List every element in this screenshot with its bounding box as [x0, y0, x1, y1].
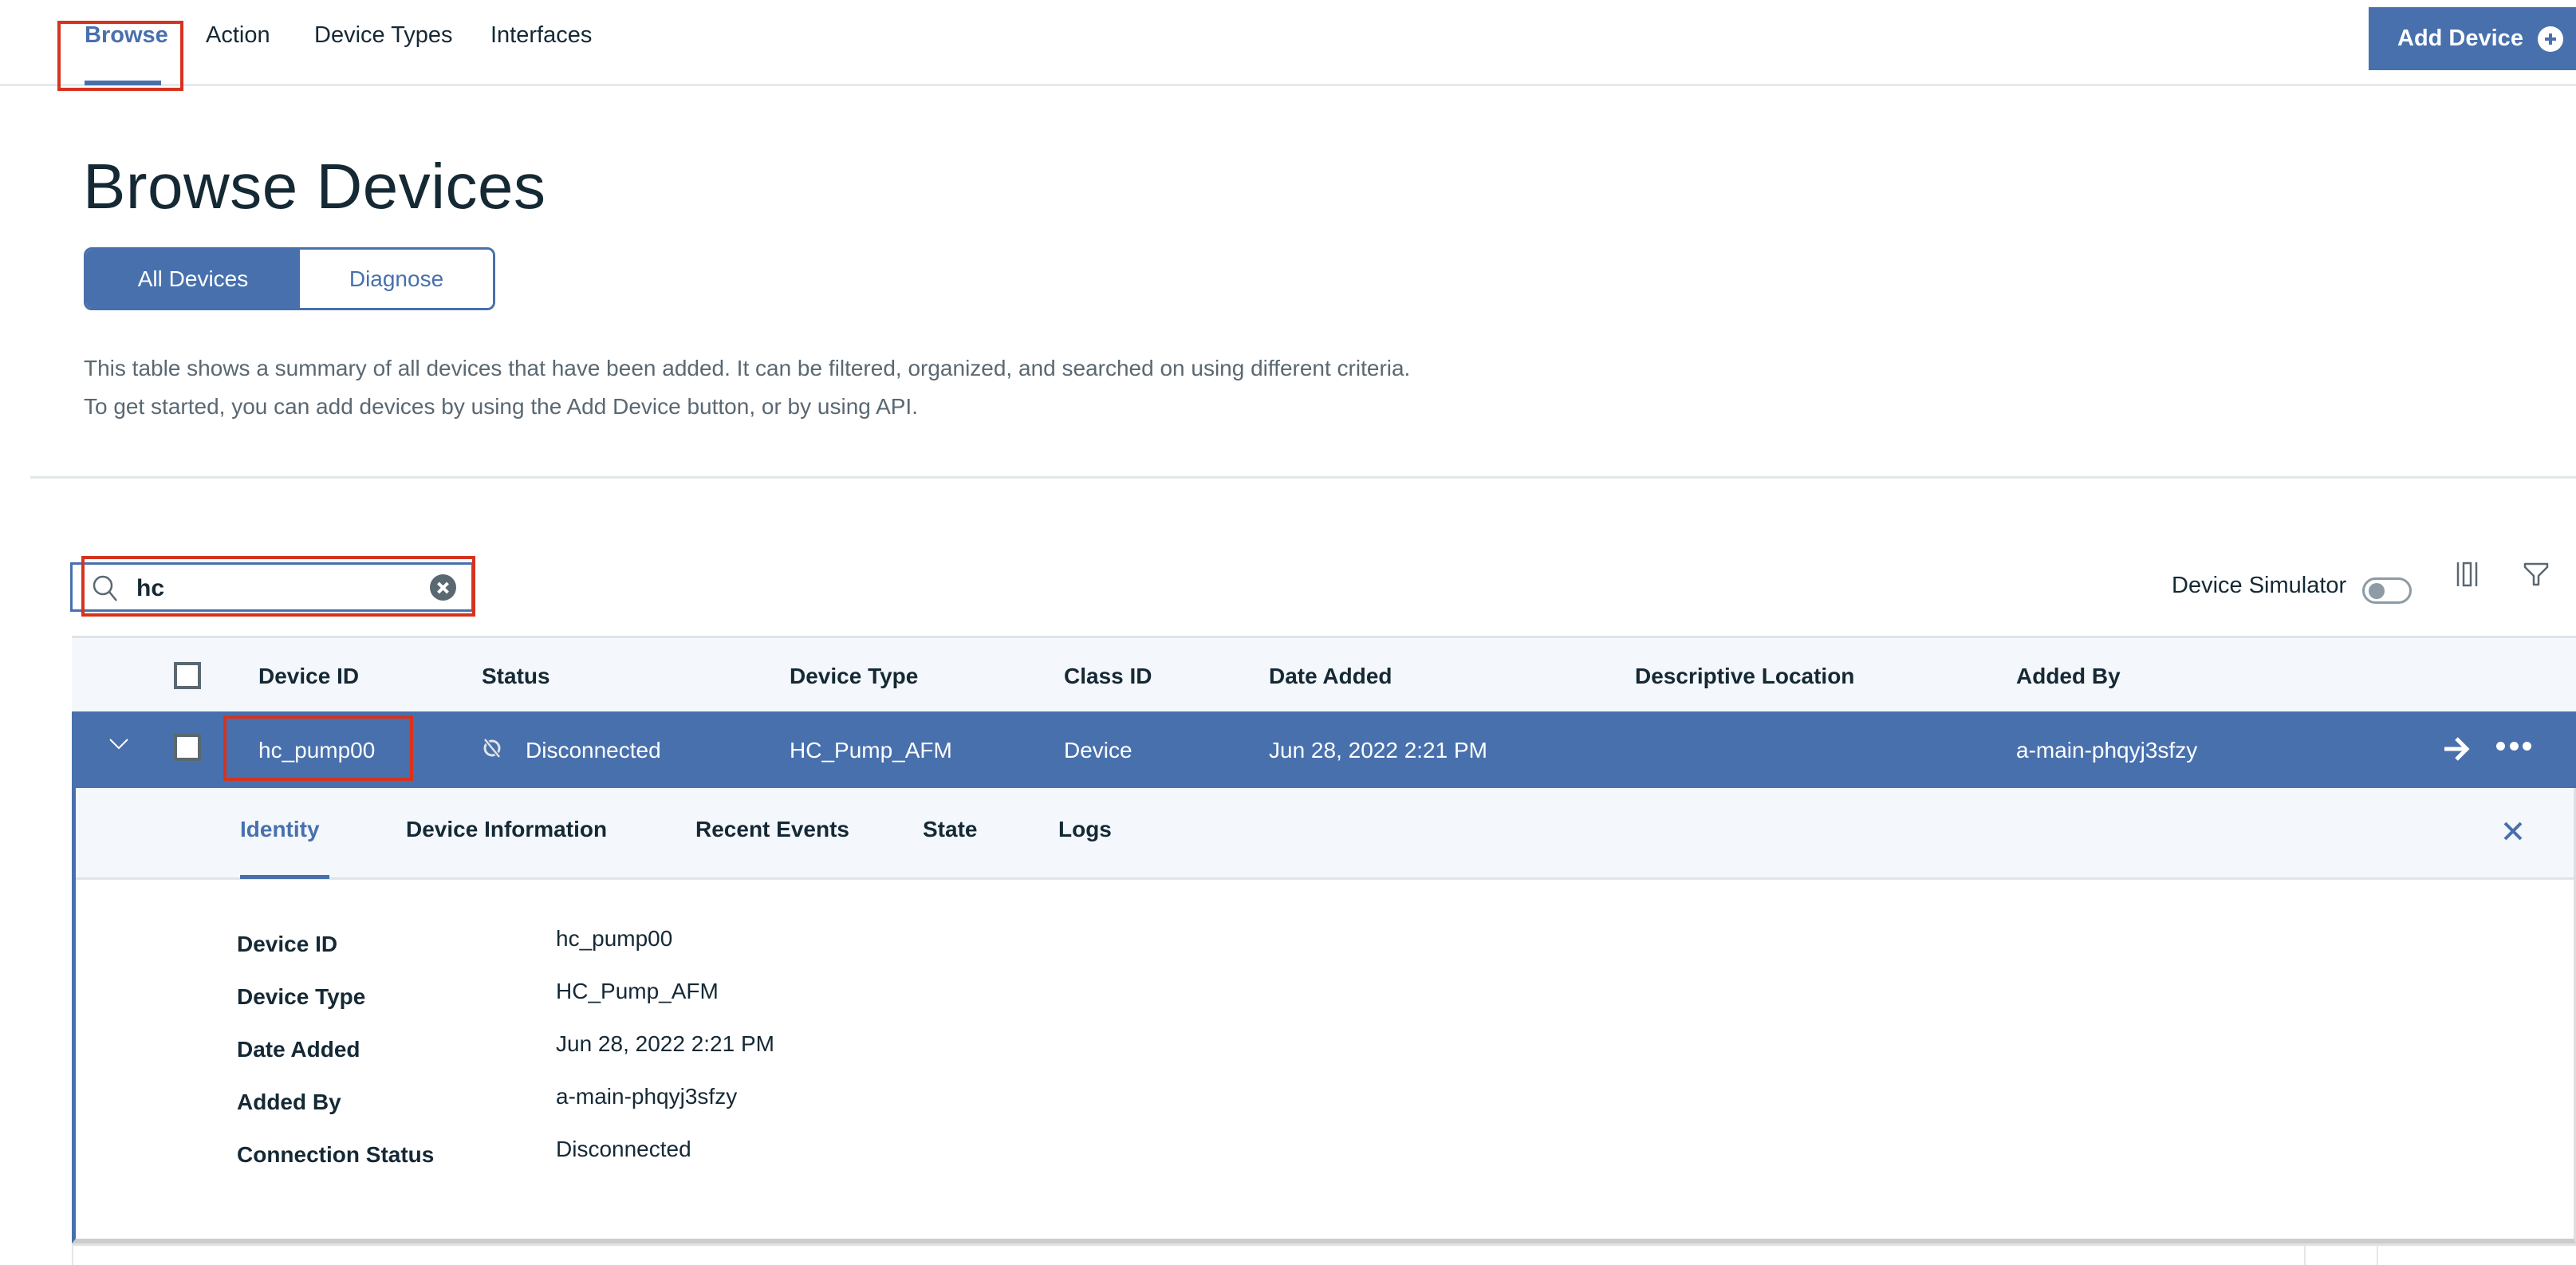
segment-all-devices[interactable]: All Devices [86, 250, 300, 308]
plus-circle-icon [2537, 26, 2563, 52]
highlight-box-search [81, 556, 475, 617]
field-value-added-by: a-main-phqyj3sfzy [556, 1084, 738, 1109]
column-header-date-added[interactable]: Date Added [1269, 664, 1392, 689]
column-separator [2304, 1246, 2306, 1265]
page-description: This table shows a summary of all device… [84, 356, 1411, 419]
column-separator [2377, 1246, 2378, 1265]
view-switcher: All Devices Diagnose [84, 247, 495, 310]
tab-device-types[interactable]: Device Types [314, 22, 453, 49]
table-header: Device ID Status Device Type Class ID Da… [72, 636, 2576, 711]
add-device-label: Add Device [2397, 26, 2523, 51]
highlight-box-device-id [223, 715, 413, 781]
tab-device-information[interactable]: Device Information [406, 817, 607, 842]
cell-added-by: a-main-phqyj3sfzy [2016, 738, 2198, 763]
close-icon[interactable] [2502, 820, 2524, 842]
arrow-right-icon[interactable] [2442, 735, 2471, 763]
tab-identity[interactable]: Identity [240, 817, 320, 842]
field-label-connection-status: Connection Status [237, 1142, 435, 1167]
next-table-row [72, 1243, 2576, 1265]
tab-interfaces[interactable]: Interfaces [490, 22, 592, 49]
cell-date-added: Jun 28, 2022 2:21 PM [1269, 738, 1487, 763]
details-tabs: Identity Device Information Recent Event… [76, 788, 2574, 880]
select-all-checkbox[interactable] [174, 662, 201, 689]
tab-action[interactable]: Action [206, 22, 270, 49]
column-header-status[interactable]: Status [482, 664, 550, 689]
field-label-added-by: Added By [237, 1090, 341, 1114]
device-simulator-toggle[interactable] [2362, 577, 2412, 604]
filter-icon[interactable] [2523, 562, 2549, 587]
cell-device-type: HC_Pump_AFM [790, 738, 952, 763]
overflow-menu-icon[interactable] [2496, 742, 2531, 753]
segment-diagnose[interactable]: Diagnose [300, 250, 493, 308]
field-value-device-type: HC_Pump_AFM [556, 979, 719, 1003]
chevron-down-icon[interactable] [108, 737, 129, 751]
field-label-device-id: Device ID [237, 932, 338, 956]
disconnected-icon [483, 738, 501, 759]
field-value-date-added: Jun 28, 2022 2:21 PM [556, 1031, 774, 1056]
field-value-connection-status: Disconnected [556, 1137, 691, 1161]
section-divider [30, 476, 2576, 479]
tab-state[interactable]: State [923, 817, 977, 842]
tab-recent-events[interactable]: Recent Events [695, 817, 849, 842]
cell-class-id: Device [1064, 738, 1132, 763]
expanded-row-panel: Identity Device Information Recent Event… [72, 788, 2576, 1243]
active-details-tab-indicator [240, 875, 329, 879]
column-header-device-id[interactable]: Device ID [258, 664, 359, 689]
column-header-added-by[interactable]: Added By [2016, 664, 2121, 689]
column-header-descriptive-location[interactable]: Descriptive Location [1635, 664, 1854, 689]
add-device-button[interactable]: Add Device [2369, 7, 2576, 70]
cell-status: Disconnected [526, 738, 661, 763]
column-settings-icon[interactable] [2456, 561, 2479, 588]
device-simulator-label: Device Simulator [2172, 573, 2347, 598]
tab-logs[interactable]: Logs [1058, 817, 1112, 842]
row-checkbox[interactable] [174, 734, 201, 761]
table-row[interactable]: hc_pump00 Disconnected HC_Pump_AFM Devic… [72, 711, 2576, 788]
field-label-date-added: Date Added [237, 1037, 360, 1062]
column-header-class-id[interactable]: Class ID [1064, 664, 1152, 689]
page-title: Browse Devices [83, 151, 546, 222]
toggle-knob [2369, 583, 2385, 599]
field-value-device-id: hc_pump00 [556, 926, 673, 951]
top-nav: Browse Action Device Types Interfaces Ad… [0, 0, 2576, 91]
highlight-box-browse [57, 21, 183, 91]
column-header-device-type[interactable]: Device Type [790, 664, 918, 689]
field-label-device-type: Device Type [237, 984, 366, 1009]
